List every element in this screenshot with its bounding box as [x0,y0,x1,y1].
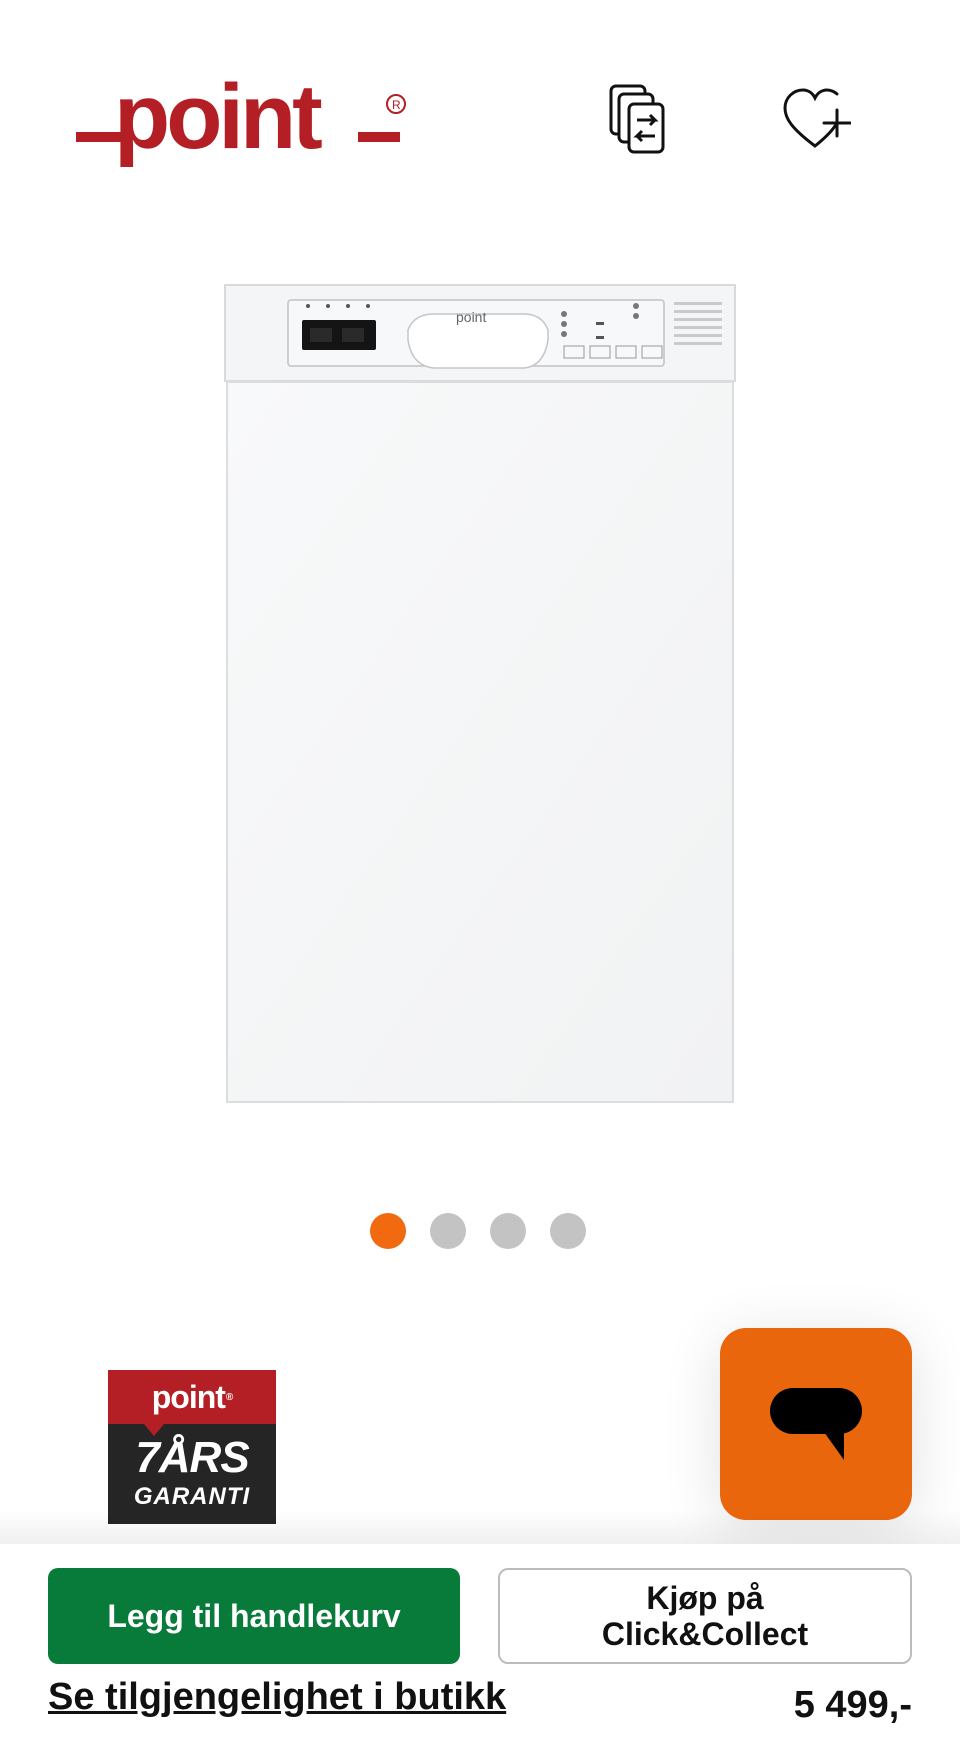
product-price: 5 499,- [793,1684,912,1726]
panel-logo-text: point [456,309,486,325]
store-availability-link[interactable]: Se tilgjengelighet i butikk [48,1676,506,1719]
carousel-dots [370,1213,586,1249]
point-logo[interactable]: point R [74,66,414,180]
compare-button[interactable] [596,80,676,160]
svg-text:R: R [392,98,401,112]
point-logo-graphic: point R [76,66,406,168]
warranty-badge-brand: point ® [108,1370,276,1436]
svg-text:point: point [114,70,322,168]
add-to-cart-label: Legg til handlekurv [107,1597,401,1634]
dishwasher-illustration: point [224,284,736,1103]
carousel-dot-3[interactable] [490,1213,526,1249]
product-image-dishwasher[interactable]: point [224,284,736,1106]
warranty-label: GARANTI [133,1483,251,1510]
carousel-dot-4[interactable] [550,1213,586,1249]
click-collect-label: Kjøp på Click&Collect [601,1580,809,1652]
warranty-badge-body: 7ÅRS GARANTI [108,1424,276,1524]
chat-button[interactable] [720,1328,912,1520]
bottom-action-bar: Legg til handlekurv Kjøp på Click&Collec… [0,1544,960,1752]
warranty-badge-brand-text: point [151,1378,226,1415]
warranty-years: 7ÅRS [135,1433,249,1482]
warranty-badge: point ® 7ÅRS GARANTI [108,1370,276,1524]
heart-plus-icon [783,88,851,148]
carousel-dot-2[interactable] [430,1213,466,1249]
add-to-cart-button[interactable]: Legg til handlekurv [48,1568,460,1664]
bottom-bar-shadow [0,1510,960,1544]
click-collect-button[interactable]: Kjøp på Click&Collect [498,1568,912,1664]
carousel-dot-1[interactable] [370,1213,406,1249]
compare-icon [609,84,665,154]
add-to-wishlist-button[interactable] [776,80,856,160]
chat-bubble-icon [770,1388,862,1460]
